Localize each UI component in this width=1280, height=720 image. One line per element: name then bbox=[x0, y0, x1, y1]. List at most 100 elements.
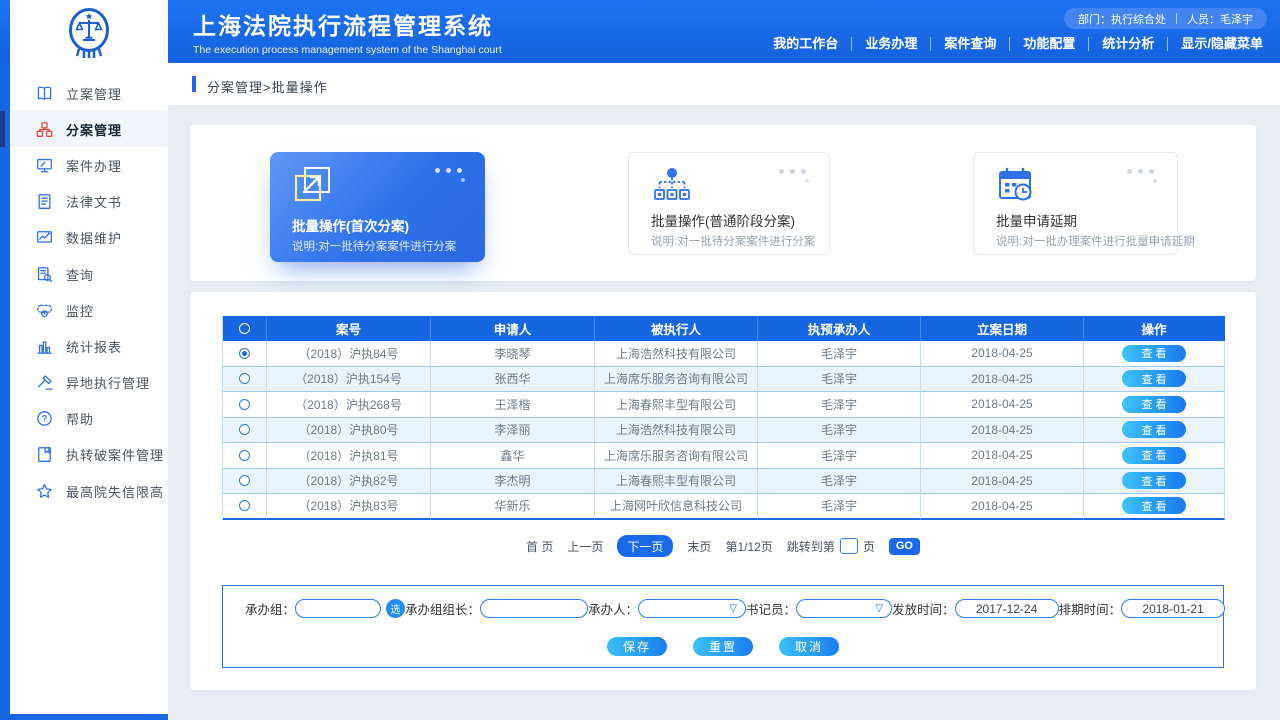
org-chart-icon bbox=[36, 121, 53, 138]
sidebar-item-case-filing[interactable]: 立案管理 bbox=[10, 75, 168, 111]
nav-item-toggle-menu[interactable]: 显示/隐藏菜单 bbox=[1167, 37, 1276, 51]
nav-item-config[interactable]: 功能配置 bbox=[1009, 37, 1088, 51]
sidebar-item-help[interactable]: ? 帮助 bbox=[10, 401, 168, 437]
row-radio[interactable] bbox=[239, 475, 250, 486]
cell-respondent: 上海春熙丰型有限公司 bbox=[595, 392, 758, 418]
view-button[interactable]: 查看 bbox=[1122, 345, 1186, 362]
sidebar-item-case-handling[interactable]: 案件办理 bbox=[10, 147, 168, 183]
group-label: 承办组： bbox=[245, 599, 295, 618]
cell-applicant: 李杰明 bbox=[431, 469, 595, 495]
nav-item-workbench[interactable]: 我的工作台 bbox=[760, 37, 851, 51]
page-prev-button[interactable]: 上一页 bbox=[567, 538, 603, 555]
row-radio[interactable] bbox=[239, 500, 250, 511]
department-label: 部门：执行综合处 bbox=[1078, 11, 1166, 27]
handler-label: 承办人： bbox=[588, 599, 638, 618]
sidebar-item-statistics-report[interactable]: 统计报表 bbox=[10, 328, 168, 364]
handler-select[interactable]: ▽ bbox=[638, 599, 746, 618]
issue-time-label: 发放时间： bbox=[892, 599, 955, 618]
reset-button[interactable]: 重置 bbox=[693, 637, 753, 656]
cell-applicant: 张西华 bbox=[431, 367, 595, 393]
sidebar-item-case-assignment[interactable]: 分案管理 bbox=[10, 111, 168, 147]
cancel-button[interactable]: 取消 bbox=[779, 637, 839, 656]
row-radio[interactable] bbox=[239, 373, 250, 384]
field-issue-time: 发放时间： 2017-12-24 bbox=[892, 599, 1059, 618]
cell-applicant: 鑫华 bbox=[431, 443, 595, 469]
cell-respondent: 上海席乐服务咨询有限公司 bbox=[595, 367, 758, 393]
sidebar-item-label: 案件办理 bbox=[66, 156, 122, 175]
star-icon bbox=[36, 483, 53, 500]
go-button[interactable]: GO bbox=[889, 538, 920, 555]
row-radio[interactable] bbox=[239, 399, 250, 410]
card-batch-normal-assignment[interactable]: 批量操作(普通阶段分案) 说明:对一批待分案案件进行分案 bbox=[628, 152, 830, 255]
sidebar-item-data-maintenance[interactable]: 数据维护 bbox=[10, 220, 168, 256]
breadcrumb: 分案管理>批量操作 bbox=[207, 77, 328, 96]
handler-select-input[interactable] bbox=[638, 599, 746, 618]
sidebar-item-supreme-court-dishonest[interactable]: 最高院失信限高 bbox=[10, 473, 168, 509]
cell-date: 2018-04-25 bbox=[921, 341, 1084, 367]
user-info-badge: 部门：执行综合处 人员：毛泽宇 bbox=[1064, 8, 1267, 29]
data-chart-icon bbox=[36, 229, 53, 246]
bar-chart-icon bbox=[36, 338, 53, 355]
cell-case-no: （2018）沪执81号 bbox=[267, 443, 431, 469]
clerk-select[interactable]: ▽ bbox=[796, 599, 892, 618]
sidebar-item-query[interactable]: 查询 bbox=[10, 256, 168, 292]
group-input[interactable] bbox=[295, 599, 381, 618]
column-header: 执预承办人 bbox=[758, 316, 921, 341]
cell-date: 2018-04-25 bbox=[921, 392, 1084, 418]
cell-handler: 毛泽宇 bbox=[758, 418, 921, 444]
row-radio[interactable] bbox=[239, 348, 250, 359]
view-button[interactable]: 查看 bbox=[1122, 497, 1186, 514]
field-leader: 承办组组长： bbox=[405, 599, 588, 618]
cell-handler: 毛泽宇 bbox=[758, 443, 921, 469]
cell-applicant: 李泽丽 bbox=[431, 418, 595, 444]
page-subtitle: The execution process management system … bbox=[193, 44, 502, 56]
select-all-radio[interactable] bbox=[239, 323, 250, 334]
card-batch-first-assignment[interactable]: 批量操作(首次分案) 说明:对一批待分案案件进行分案 bbox=[270, 152, 485, 262]
cell-case-no: （2018）沪执83号 bbox=[267, 494, 431, 520]
page-first-button[interactable]: 首 页 bbox=[526, 538, 553, 555]
page-last-button[interactable]: 末页 bbox=[687, 538, 711, 555]
cell-case-no: （2018）沪执268号 bbox=[267, 392, 431, 418]
column-header: 案号 bbox=[267, 316, 431, 341]
page-next-button[interactable]: 下一页 bbox=[617, 535, 673, 557]
sidebar-item-legal-documents[interactable]: 法律文书 bbox=[10, 184, 168, 220]
court-emblem-icon bbox=[66, 6, 112, 58]
field-clerk: 书记员： ▽ bbox=[746, 599, 892, 618]
card-batch-extension-request[interactable]: 批量申请延期 说明:对一批办理案件进行批量申请延期 bbox=[973, 152, 1178, 255]
form-fields-row: 承办组： 选 承办组组长： 承办人： ▽ 书记员： bbox=[223, 599, 1223, 618]
sidebar-item-bankruptcy-transfer[interactable]: 执转破案件管理 bbox=[10, 437, 168, 473]
page-jump: 跳转到第 页 bbox=[787, 538, 875, 555]
sidebar-item-monitoring[interactable]: 监控 bbox=[10, 292, 168, 328]
nav-item-case-query[interactable]: 案件查询 bbox=[930, 37, 1009, 51]
clerk-select-input[interactable] bbox=[796, 599, 892, 618]
view-button[interactable]: 查看 bbox=[1122, 472, 1186, 489]
sidebar-item-label: 法律文书 bbox=[66, 192, 122, 211]
jump-page-input[interactable] bbox=[840, 538, 858, 554]
app-root: 上海法院执行流程管理系统 The execution process manag… bbox=[0, 0, 1280, 720]
card-title: 批量申请延期 bbox=[996, 210, 1077, 230]
view-button[interactable]: 查看 bbox=[1122, 421, 1186, 438]
row-radio[interactable] bbox=[239, 450, 250, 461]
cell-handler: 毛泽宇 bbox=[758, 494, 921, 520]
save-button[interactable]: 保存 bbox=[607, 637, 667, 656]
header-select-all bbox=[223, 316, 267, 341]
issue-date-picker[interactable]: 2017-12-24 bbox=[955, 599, 1059, 618]
view-button[interactable]: 查看 bbox=[1122, 370, 1186, 387]
view-button[interactable]: 查看 bbox=[1122, 447, 1186, 464]
leader-input[interactable] bbox=[480, 599, 588, 618]
nav-item-business[interactable]: 业务办理 bbox=[851, 37, 930, 51]
schedule-date-picker[interactable]: 2018-01-21 bbox=[1121, 599, 1225, 618]
cell-case-no: （2018）沪执80号 bbox=[267, 418, 431, 444]
card-description: 说明:对一批待分案案件进行分案 bbox=[292, 238, 456, 254]
row-radio[interactable] bbox=[239, 424, 250, 435]
help-icon: ? bbox=[36, 410, 53, 427]
group-pick-button[interactable]: 选 bbox=[386, 599, 405, 618]
cell-respondent: 上海春熙丰型有限公司 bbox=[595, 469, 758, 495]
app-header: 上海法院执行流程管理系统 The execution process manag… bbox=[0, 0, 1280, 63]
sidebar-item-label: 分案管理 bbox=[66, 120, 122, 139]
sidebar-item-remote-execution[interactable]: 异地执行管理 bbox=[10, 365, 168, 401]
top-nav: 我的工作台 业务办理 案件查询 功能配置 统计分析 显示/隐藏菜单 bbox=[760, 37, 1276, 51]
nav-item-statistics[interactable]: 统计分析 bbox=[1088, 37, 1167, 51]
bookmark-box-icon bbox=[36, 446, 53, 463]
view-button[interactable]: 查看 bbox=[1122, 396, 1186, 413]
